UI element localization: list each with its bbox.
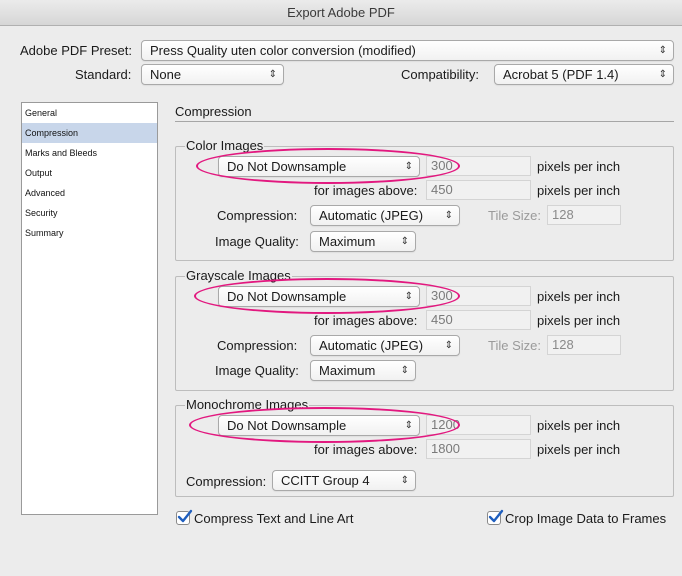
updown-arrow-icon: ⇕ bbox=[404, 291, 413, 302]
gray-tile-field[interactable]: 128 bbox=[547, 335, 621, 355]
updown-arrow-icon: ⇕ bbox=[400, 236, 409, 247]
color-images-title: Color Images bbox=[185, 138, 265, 154]
gray-ppi-field[interactable]: 300 bbox=[426, 286, 531, 306]
checkmark-icon bbox=[177, 509, 193, 523]
color-above-label: for images above: bbox=[314, 183, 418, 198]
sidebar-item-summary[interactable]: Summary bbox=[22, 223, 157, 243]
updown-arrow-icon: ⇕ bbox=[404, 161, 413, 172]
updown-arrow-icon: ⇕ bbox=[404, 420, 413, 431]
mono-above-unit: pixels per inch bbox=[537, 442, 621, 457]
mono-compression-value: CCITT Group 4 bbox=[281, 473, 370, 488]
updown-arrow-icon: ⇕ bbox=[400, 365, 409, 376]
mono-compression-select[interactable]: CCITT Group 4 ⇕ bbox=[272, 470, 416, 491]
color-quality-select[interactable]: Maximum ⇕ bbox=[310, 231, 416, 252]
preset-value: Press Quality uten color conversion (mod… bbox=[150, 43, 416, 58]
crop-image-label: Crop Image Data to Frames bbox=[505, 511, 667, 526]
mono-ppi-field[interactable]: 1200 bbox=[426, 415, 531, 435]
preset-label: Adobe PDF Preset: bbox=[20, 43, 132, 58]
updown-arrow-icon: ⇕ bbox=[658, 45, 667, 56]
section-title: Compression bbox=[175, 104, 252, 119]
gray-compression-label: Compression: bbox=[217, 338, 298, 353]
compatibility-label: Compatibility: bbox=[401, 67, 480, 82]
sidebar: General Compression Marks and Bleeds Out… bbox=[21, 102, 158, 515]
color-compression-value: Automatic (JPEG) bbox=[319, 208, 424, 223]
sidebar-item-compression[interactable]: Compression bbox=[22, 123, 157, 143]
gray-tile-label: Tile Size: bbox=[488, 338, 541, 353]
mono-above-field[interactable]: 1800 bbox=[426, 439, 531, 459]
compress-text-label: Compress Text and Line Art bbox=[194, 511, 354, 526]
updown-arrow-icon: ⇕ bbox=[444, 210, 453, 221]
color-downsample-value: Do Not Downsample bbox=[227, 159, 347, 174]
gray-quality-select[interactable]: Maximum ⇕ bbox=[310, 360, 416, 381]
grayscale-images-title: Grayscale Images bbox=[185, 268, 292, 284]
color-tile-label: Tile Size: bbox=[488, 208, 541, 223]
monochrome-images-title: Monochrome Images bbox=[185, 397, 310, 413]
gray-above-field[interactable]: 450 bbox=[426, 310, 531, 330]
standard-select[interactable]: None ⇕ bbox=[141, 64, 284, 85]
color-above-unit: pixels per inch bbox=[537, 183, 621, 198]
gray-quality-value: Maximum bbox=[319, 363, 376, 378]
sidebar-item-security[interactable]: Security bbox=[22, 203, 157, 223]
gray-compression-select[interactable]: Automatic (JPEG) ⇕ bbox=[310, 335, 460, 356]
color-ppi-field[interactable]: 300 bbox=[426, 156, 531, 176]
color-compression-label: Compression: bbox=[217, 208, 298, 223]
mono-above-label: for images above: bbox=[314, 442, 418, 457]
gray-above-label: for images above: bbox=[314, 313, 418, 328]
preset-select[interactable]: Press Quality uten color conversion (mod… bbox=[141, 40, 674, 61]
crop-image-checkbox[interactable] bbox=[487, 509, 504, 525]
standard-value: None bbox=[150, 67, 182, 82]
color-quality-value: Maximum bbox=[319, 234, 376, 249]
compress-text-checkbox[interactable] bbox=[176, 509, 193, 525]
color-quality-label: Image Quality: bbox=[215, 234, 299, 249]
updown-arrow-icon: ⇕ bbox=[268, 69, 277, 80]
standard-label: Standard: bbox=[75, 67, 132, 82]
color-downsample-select[interactable]: Do Not Downsample ⇕ bbox=[218, 156, 420, 177]
mono-downsample-value: Do Not Downsample bbox=[227, 418, 347, 433]
mono-compression-label: Compression: bbox=[186, 474, 267, 489]
sidebar-item-general[interactable]: General bbox=[22, 103, 157, 123]
gray-ppi-unit: pixels per inch bbox=[537, 289, 621, 304]
color-compression-select[interactable]: Automatic (JPEG) ⇕ bbox=[310, 205, 460, 226]
updown-arrow-icon: ⇕ bbox=[400, 475, 409, 486]
section-divider bbox=[175, 121, 674, 122]
updown-arrow-icon: ⇕ bbox=[658, 69, 667, 80]
gray-downsample-select[interactable]: Do Not Downsample ⇕ bbox=[218, 286, 420, 307]
checkmark-icon bbox=[488, 509, 504, 523]
sidebar-item-marks-and-bleeds[interactable]: Marks and Bleeds bbox=[22, 143, 157, 163]
compatibility-select[interactable]: Acrobat 5 (PDF 1.4) ⇕ bbox=[494, 64, 674, 85]
mono-ppi-unit: pixels per inch bbox=[537, 418, 621, 433]
gray-downsample-value: Do Not Downsample bbox=[227, 289, 347, 304]
color-above-field[interactable]: 450 bbox=[426, 180, 531, 200]
color-ppi-unit: pixels per inch bbox=[537, 159, 621, 174]
gray-quality-label: Image Quality: bbox=[215, 363, 299, 378]
compatibility-value: Acrobat 5 (PDF 1.4) bbox=[503, 67, 619, 82]
sidebar-item-advanced[interactable]: Advanced bbox=[22, 183, 157, 203]
color-tile-field[interactable]: 128 bbox=[547, 205, 621, 225]
sidebar-item-output[interactable]: Output bbox=[22, 163, 157, 183]
updown-arrow-icon: ⇕ bbox=[444, 340, 453, 351]
gray-compression-value: Automatic (JPEG) bbox=[319, 338, 424, 353]
gray-above-unit: pixels per inch bbox=[537, 313, 621, 328]
window-title: Export Adobe PDF bbox=[0, 0, 682, 26]
mono-downsample-select[interactable]: Do Not Downsample ⇕ bbox=[218, 415, 420, 436]
